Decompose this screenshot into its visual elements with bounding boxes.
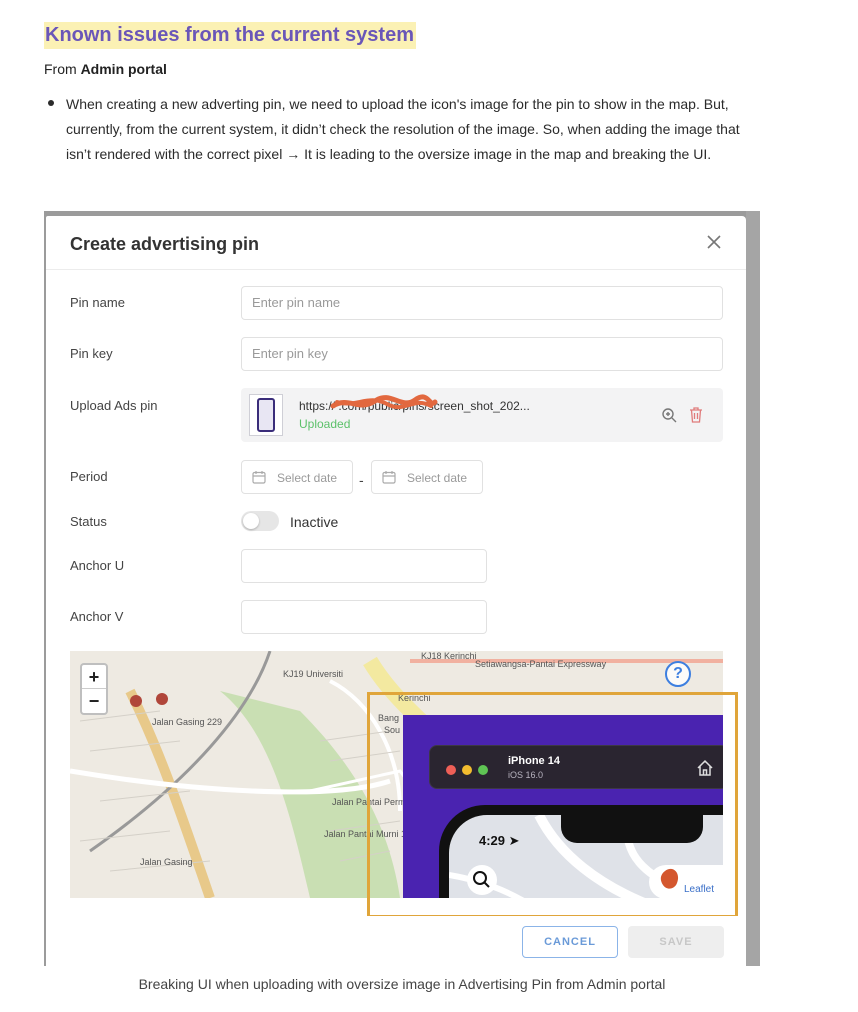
- section-heading: Known issues from the current system: [44, 22, 416, 49]
- create-pin-modal: Create advertising pin Pin name Enter pi…: [46, 216, 746, 966]
- save-button[interactable]: SAVE: [628, 926, 724, 958]
- source-prefix: From: [44, 61, 81, 77]
- bullet-dot: [48, 100, 54, 106]
- status-value: Inactive: [290, 514, 339, 530]
- status-toggle[interactable]: [241, 511, 279, 531]
- map-label: KJ18 Kerinchi: [421, 651, 477, 661]
- source-line: From Admin portal: [44, 61, 167, 77]
- backdrop-strip: [746, 211, 760, 966]
- map-label: KJ19 Universiti: [283, 669, 344, 679]
- help-icon[interactable]: ?: [665, 661, 691, 687]
- modal-title: Create advertising pin: [70, 234, 260, 254]
- redaction-scribble-icon: [330, 394, 438, 410]
- upload-thumbnail[interactable]: [249, 394, 283, 436]
- map-label: Setiawangsa-Pantai Expressway: [475, 659, 607, 669]
- anchor-u-input[interactable]: [241, 549, 487, 583]
- pin-name-label: Pin name: [70, 295, 125, 310]
- end-date-input[interactable]: Select date: [371, 460, 483, 494]
- embedded-screenshot: Create advertising pin Pin name Enter pi…: [44, 211, 760, 966]
- start-date-input[interactable]: Select date: [241, 460, 353, 494]
- map-label: Jalan Gasing: [140, 857, 193, 867]
- map-zoom-control: + −: [80, 663, 108, 715]
- anchor-v-label: Anchor V: [70, 609, 124, 624]
- start-date-placeholder: Select date: [277, 471, 338, 485]
- zoom-out-button[interactable]: −: [82, 689, 106, 713]
- source-name: Admin portal: [80, 61, 167, 77]
- calendar-icon: [382, 471, 396, 484]
- toggle-knob: [243, 513, 259, 529]
- period-label: Period: [70, 469, 108, 484]
- zoom-in-button[interactable]: +: [82, 665, 106, 689]
- screenshot-caption: Breaking UI when uploading with oversize…: [138, 976, 666, 992]
- pin-key-input[interactable]: Enter pin key: [241, 337, 723, 371]
- close-icon[interactable]: [706, 234, 722, 250]
- map-label: Jalan Gasing 229: [152, 717, 223, 727]
- pin-name-input[interactable]: Enter pin name: [241, 286, 723, 320]
- status-label: Status: [70, 514, 107, 529]
- end-date-placeholder: Select date: [407, 471, 468, 485]
- pin-key-label: Pin key: [70, 346, 113, 361]
- phone-thumbnail-icon: [257, 398, 275, 432]
- zoom-in-icon[interactable]: [661, 407, 677, 423]
- annotation-highlight-frame: [367, 692, 738, 918]
- anchor-u-label: Anchor U: [70, 558, 125, 573]
- modal-header: Create advertising pin: [46, 216, 746, 270]
- upload-item: https:// .com/public/pins/screen_shot_20…: [241, 388, 723, 442]
- upload-label: Upload Ads pin: [70, 398, 158, 413]
- date-separator: -: [359, 472, 364, 488]
- issue-description: When creating a new adverting pin, we ne…: [66, 96, 740, 162]
- modal-footer: CANCEL SAVE: [46, 916, 746, 966]
- upload-status: Uploaded: [299, 417, 351, 431]
- cancel-button[interactable]: CANCEL: [522, 926, 618, 958]
- trash-icon[interactable]: [689, 407, 703, 423]
- calendar-icon: [252, 471, 266, 484]
- anchor-v-input[interactable]: [241, 600, 487, 634]
